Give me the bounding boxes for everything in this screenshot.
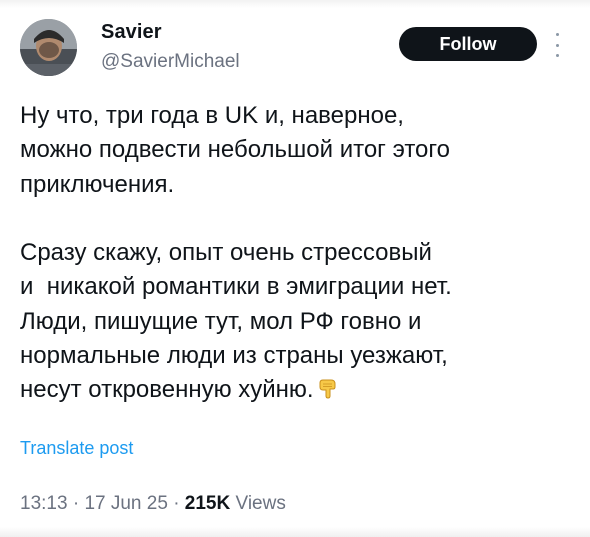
author-name[interactable]: Savier (101, 21, 162, 44)
post-time[interactable]: 13:13 (20, 493, 68, 514)
bottom-edge (0, 527, 590, 537)
views-label: Views (235, 493, 286, 514)
meta-separator: · (173, 493, 180, 514)
pointing-down-hand-emoji-icon (316, 376, 340, 410)
avatar-image (20, 19, 77, 76)
more-dot (555, 43, 559, 47)
post-line: можно подвести небольшой итог этого (20, 136, 450, 164)
meta-separator: · (72, 493, 80, 514)
more-dot (555, 54, 559, 57)
post-line: нормальные люди из страны уезжают, (20, 342, 448, 370)
post-text: Ну что, три года в UK и, наверное, можно… (20, 99, 580, 411)
post-line: несут откровенную хуйню. (20, 376, 314, 404)
post-meta: 13:13 · 17 Jun 25 · 215K Views (20, 493, 286, 515)
author-handle[interactable]: @SavierMichael (101, 51, 240, 73)
avatar[interactable] (20, 19, 77, 76)
top-edge (0, 0, 590, 8)
post-line: Ну что, три года в UK и, наверное, (20, 102, 404, 129)
tweet-card: Savier @SavierMichael Follow Ну что, три… (0, 0, 590, 537)
post-line: и никакой романтики в эмиграции нет. (20, 273, 452, 301)
post-date[interactable]: 17 Jun 25 (84, 493, 167, 514)
post-line: Сразу скажу, опыт очень стрессовый (20, 239, 432, 267)
follow-button[interactable]: Follow (399, 27, 537, 61)
views-count: 215K (184, 493, 231, 514)
translate-post-link[interactable]: Translate post (20, 438, 133, 459)
more-dot (555, 33, 559, 36)
post-last-line: несут откровенную хуйню. (20, 373, 580, 410)
post-line: приключения. (20, 170, 175, 198)
post-line: Люди, пишущие тут, мол РФ говно и (20, 307, 422, 335)
more-options-icon[interactable] (553, 33, 561, 57)
